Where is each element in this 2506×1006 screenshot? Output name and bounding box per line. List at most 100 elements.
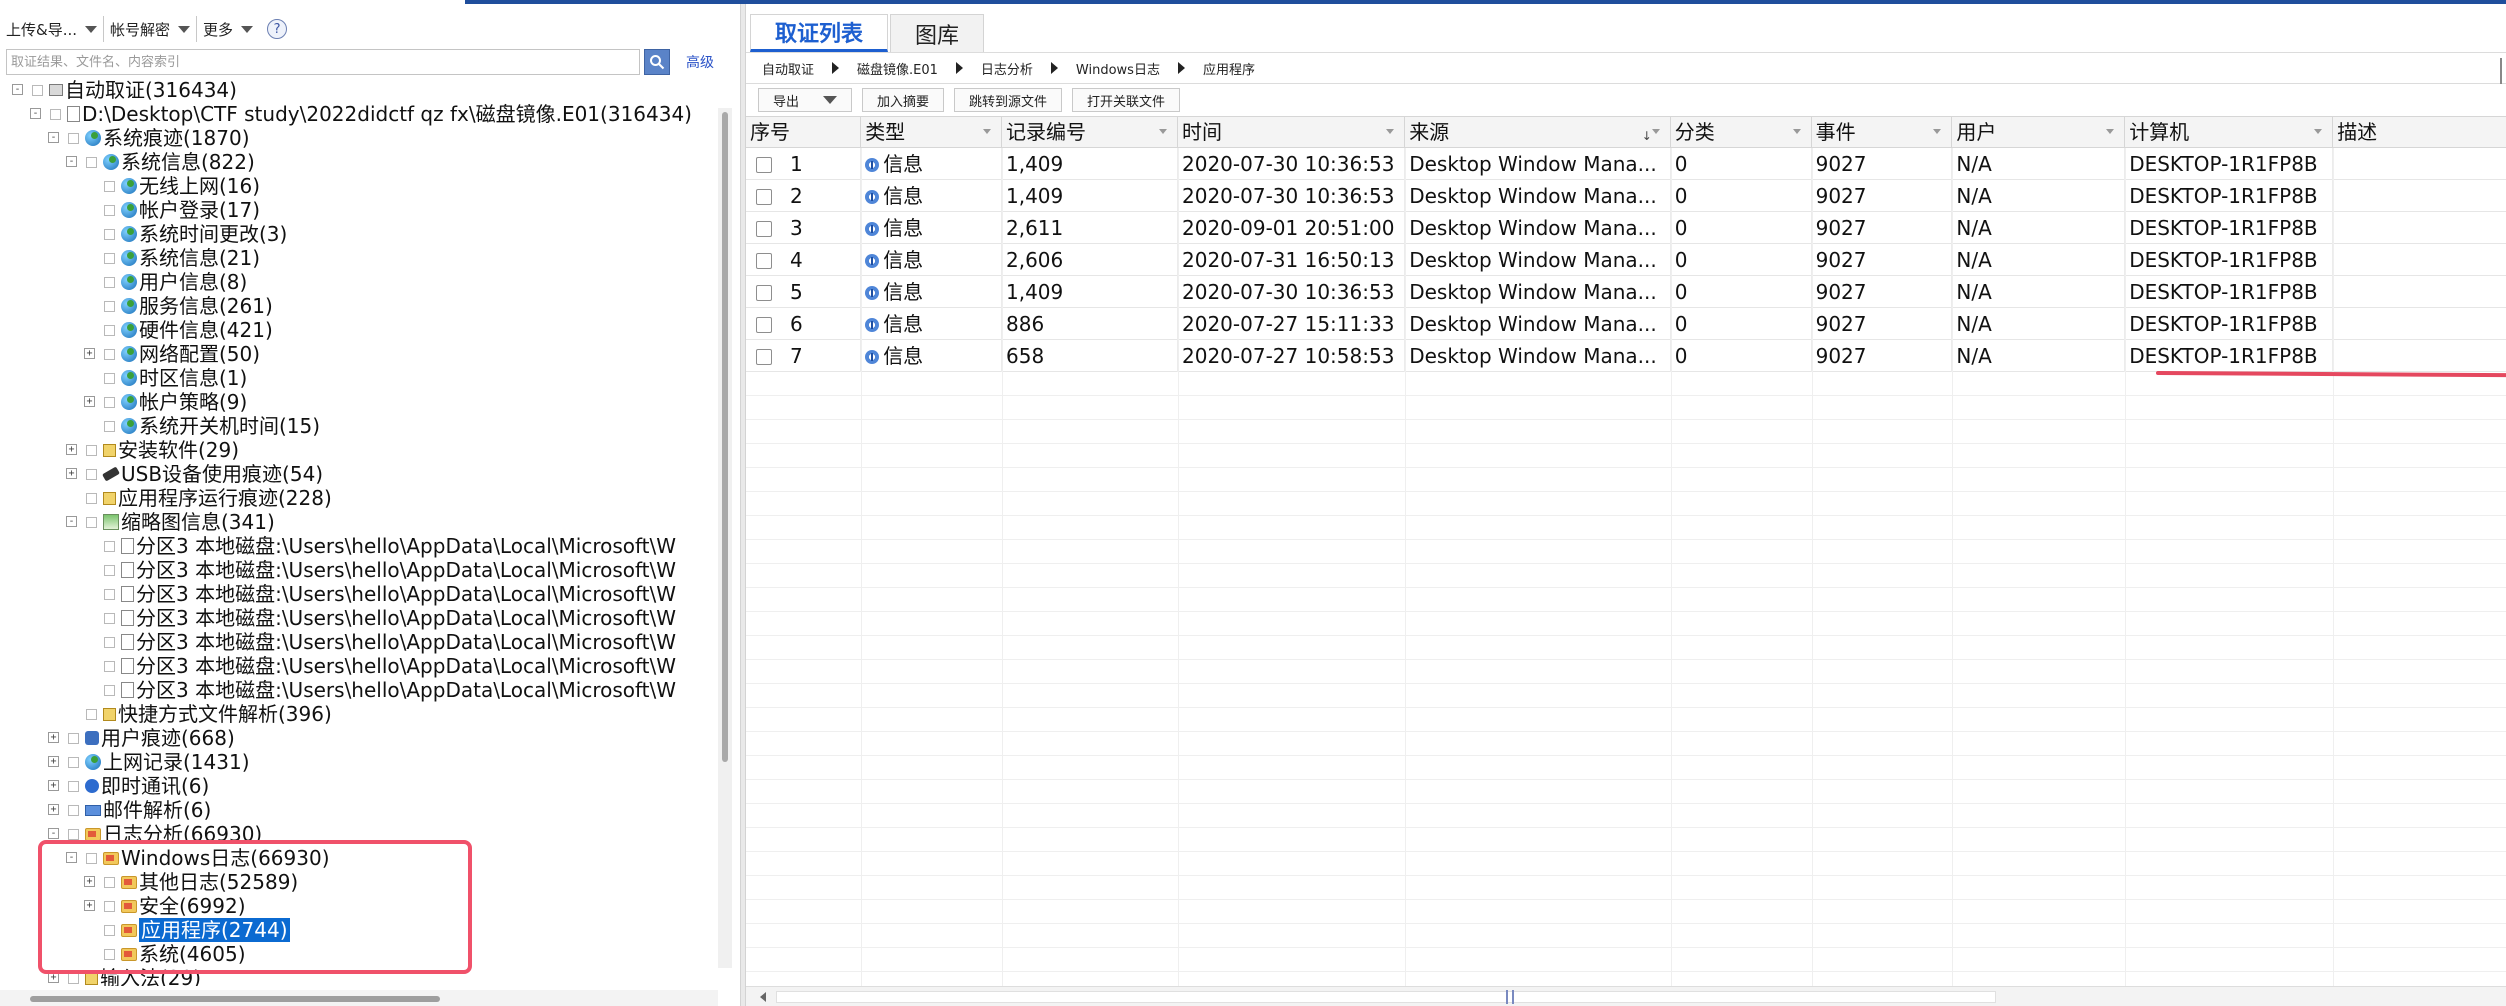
- more-button[interactable]: 更多: [197, 16, 259, 42]
- expand-icon[interactable]: +: [84, 348, 95, 359]
- tree-checkbox[interactable]: [104, 276, 115, 288]
- tree-checkbox[interactable]: [86, 468, 97, 480]
- collapse-icon[interactable]: -: [30, 108, 41, 119]
- expand-icon[interactable]: +: [48, 732, 59, 743]
- tree-node[interactable]: 快捷方式文件解析(396): [86, 702, 332, 726]
- tree-node[interactable]: 帐户登录(17): [104, 198, 260, 222]
- scroll-thumb[interactable]: [722, 112, 728, 762]
- search-input[interactable]: [6, 49, 640, 75]
- tree-checkbox[interactable]: [68, 780, 79, 792]
- row-checkbox[interactable]: [756, 317, 772, 333]
- tree-horizontal-scrollbar[interactable]: [0, 990, 718, 1006]
- collapse-icon[interactable]: -: [48, 132, 59, 143]
- tree-checkbox[interactable]: [104, 300, 115, 312]
- tree-checkbox[interactable]: [68, 972, 79, 984]
- tree-checkbox[interactable]: [68, 804, 79, 816]
- scroll-grip[interactable]: [1506, 990, 1514, 1004]
- expand-icon[interactable]: +: [66, 444, 77, 455]
- tree-checkbox[interactable]: [104, 636, 115, 648]
- tree-checkbox[interactable]: [86, 156, 97, 168]
- table-row[interactable]: 4 信息 2,606 2020-07-31 16:50:13 Desktop Windo…: [746, 244, 2506, 276]
- column-header-type[interactable]: 类型: [861, 117, 1002, 147]
- column-header-desc[interactable]: 描述: [2333, 117, 2506, 147]
- tree-checkbox[interactable]: [50, 108, 61, 120]
- row-checkbox[interactable]: [756, 349, 772, 365]
- account-decrypt-button[interactable]: 帐号解密: [104, 16, 198, 42]
- tree-node[interactable]: - 缩略图信息(341): [66, 510, 275, 534]
- open-related-file-button[interactable]: 打开关联文件: [1072, 88, 1181, 112]
- breadcrumb-item[interactable]: 日志分析: [981, 59, 1033, 78]
- tab-gallery[interactable]: 图库: [890, 14, 985, 52]
- tree-node[interactable]: 无线上网(16): [104, 174, 260, 198]
- scroll-thumb[interactable]: [30, 996, 440, 1002]
- export-button[interactable]: 导出: [758, 88, 853, 112]
- tree-node[interactable]: 分区3 本地磁盘:\Users\hello\AppData\Local\Micr…: [104, 678, 676, 702]
- tab-evidence-list[interactable]: 取证列表: [750, 14, 889, 52]
- tree-checkbox[interactable]: [104, 420, 115, 432]
- table-row[interactable]: 2 信息 1,409 2020-07-30 10:36:53 Desktop Windo…: [746, 180, 2506, 212]
- tree-checkbox[interactable]: [104, 180, 115, 192]
- row-checkbox[interactable]: [756, 221, 772, 237]
- scroll-left-icon[interactable]: [760, 992, 766, 1002]
- tree-node[interactable]: + 即时通讯(6): [48, 774, 209, 798]
- tree-node[interactable]: - 系统痕迹(1870): [48, 126, 250, 150]
- tree-checkbox[interactable]: [68, 732, 79, 744]
- tree-node[interactable]: 服务信息(261): [104, 294, 273, 318]
- tree-checkbox[interactable]: [104, 252, 115, 264]
- tree-node[interactable]: 硬件信息(421): [104, 318, 273, 342]
- sort-icon[interactable]: [1386, 129, 1395, 134]
- help-icon[interactable]: ?: [267, 19, 288, 39]
- tree-node[interactable]: 时区信息(1): [104, 366, 247, 390]
- sort-icon[interactable]: [1159, 129, 1167, 134]
- jump-to-source-button[interactable]: 跳转到源文件: [954, 88, 1063, 112]
- expand-icon[interactable]: +: [84, 396, 95, 407]
- tree-checkbox[interactable]: [104, 396, 115, 408]
- expand-icon[interactable]: +: [66, 468, 77, 479]
- tree-node[interactable]: 分区3 本地磁盘:\Users\hello\AppData\Local\Micr…: [104, 654, 676, 678]
- tree-checkbox[interactable]: [86, 708, 97, 720]
- breadcrumb-item[interactable]: 自动取证: [762, 59, 814, 78]
- collapse-icon[interactable]: -: [12, 84, 23, 95]
- column-header-computer[interactable]: 计算机: [2125, 117, 2334, 147]
- row-checkbox[interactable]: [756, 189, 772, 205]
- sort-icon[interactable]: [982, 129, 991, 134]
- tree-node[interactable]: + 安装软件(29): [66, 438, 239, 462]
- tree-checkbox[interactable]: [86, 492, 97, 504]
- tree-node[interactable]: + 邮件解析(6): [48, 798, 211, 822]
- tree-node[interactable]: 系统时间更改(3): [104, 222, 287, 246]
- table-horizontal-scrollbar[interactable]: [746, 986, 2506, 1006]
- column-header-record[interactable]: 记录编号: [1002, 117, 1178, 147]
- tree-node[interactable]: 分区3 本地磁盘:\Users\hello\AppData\Local\Micr…: [104, 582, 676, 606]
- table-row[interactable]: 6 信息 886 2020-07-27 15:11:33 Desktop Window …: [746, 308, 2506, 340]
- tree-node[interactable]: 应用程序运行痕迹(228): [86, 486, 332, 510]
- collapse-icon[interactable]: -: [66, 516, 77, 527]
- tree-node[interactable]: + 上网记录(1431): [48, 750, 250, 774]
- tree-checkbox[interactable]: [104, 228, 115, 240]
- sort-icon[interactable]: [2106, 129, 2115, 134]
- tree-node[interactable]: + 网络配置(50): [84, 342, 260, 366]
- tree-node[interactable]: - 自动取证(316434): [12, 78, 237, 102]
- tree-node[interactable]: + USB设备使用痕迹(54): [66, 462, 323, 486]
- tree-node[interactable]: 用户信息(8): [104, 270, 247, 294]
- tree-checkbox[interactable]: [68, 756, 79, 768]
- column-header-user[interactable]: 用户: [1952, 117, 2126, 147]
- scroll-track[interactable]: [776, 991, 1996, 1003]
- advanced-search-link[interactable]: 高级: [686, 52, 714, 72]
- tree-checkbox[interactable]: [104, 612, 115, 624]
- tree-checkbox[interactable]: [104, 372, 115, 384]
- sort-icon[interactable]: [1651, 129, 1660, 134]
- sort-icon[interactable]: [1792, 129, 1801, 134]
- tree-node[interactable]: 分区3 本地磁盘:\Users\hello\AppData\Local\Micr…: [104, 606, 676, 630]
- search-button[interactable]: [644, 49, 670, 75]
- tree-checkbox[interactable]: [104, 660, 115, 672]
- table-row[interactable]: 5 信息 1,409 2020-07-30 10:36:53 Desktop Windo…: [746, 276, 2506, 308]
- tree-node[interactable]: 分区3 本地磁盘:\Users\hello\AppData\Local\Micr…: [104, 534, 676, 558]
- table-row[interactable]: 1 信息 1,409 2020-07-30 10:36:53 Desktop Windo…: [746, 148, 2506, 180]
- tree-node[interactable]: + 用户痕迹(668): [48, 726, 235, 750]
- table-row[interactable]: 7 信息 658 2020-07-27 10:58:53 Desktop Window …: [746, 340, 2506, 372]
- row-checkbox[interactable]: [756, 157, 772, 173]
- collapse-icon[interactable]: -: [66, 156, 77, 167]
- row-checkbox[interactable]: [756, 285, 772, 301]
- breadcrumb-item[interactable]: 应用程序: [1203, 59, 1255, 78]
- sort-icon[interactable]: [2314, 129, 2323, 134]
